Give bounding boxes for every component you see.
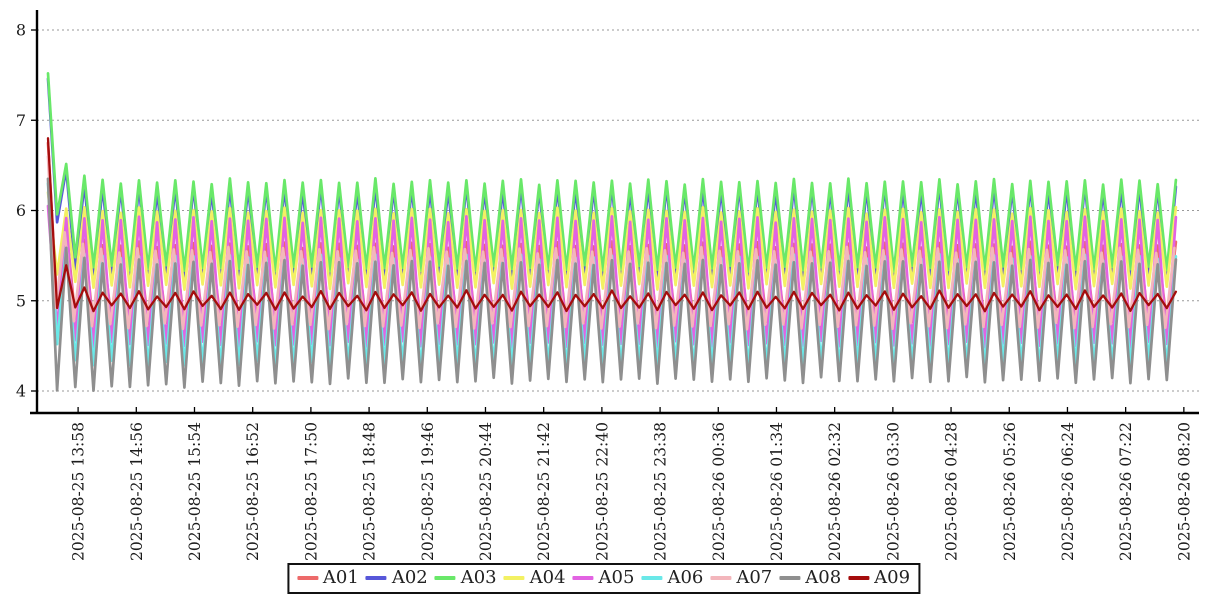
chart-page: 2025-08-25 13:58 2025-08-25 14:56 2025-08-…	[0, 0, 1207, 600]
x-tick-label: 2025-08-25 20:44	[477, 422, 495, 561]
x-tick-label: 2025-08-25 23:38	[652, 422, 670, 561]
x-tick-label: 2025-08-26 07:22	[1117, 422, 1135, 561]
legend-label: A09	[874, 567, 910, 589]
y-tick-label: 8	[16, 21, 26, 40]
x-tick-label: 2025-08-26 03:30	[884, 422, 902, 561]
x-tick-label: 2025-08-25 14:56	[128, 422, 146, 561]
x-tick-label: 2025-08-25 18:48	[361, 422, 379, 561]
legend-item-A02: A02	[366, 567, 428, 589]
x-tick-labels: 2025-08-25 13:58 2025-08-25 14:56 2025-08-…	[70, 422, 1194, 561]
legend-swatch-A04	[504, 576, 525, 580]
line-chart: 2025-08-25 13:58 2025-08-25 14:56 2025-08-…	[0, 0, 1207, 600]
x-tick-label: 2025-08-25 19:46	[419, 422, 437, 561]
legend-swatch-A02	[366, 576, 387, 580]
legend-swatch-A09	[848, 576, 869, 580]
legend-swatch-A06	[641, 576, 662, 580]
y-tick-label: 6	[16, 201, 26, 220]
legend-swatch-A03	[435, 576, 456, 580]
x-tick-label: 2025-08-25 15:54	[186, 422, 204, 561]
legend-item-A07: A07	[710, 567, 772, 589]
y-tick-label: 7	[16, 111, 26, 130]
y-tick-label: 5	[16, 291, 26, 310]
x-tick-label: 2025-08-25 13:58	[70, 422, 88, 561]
legend: A01 A02 A03 A04 A05 A06 A07 A08 A09	[287, 563, 920, 594]
y-tick-labels: 8 7 6 5 4	[16, 21, 26, 401]
x-tick-label: 2025-08-25 21:42	[535, 422, 553, 561]
y-tick-label: 4	[16, 382, 26, 401]
legend-item-A06: A06	[641, 567, 703, 589]
x-tick-label: 2025-08-26 01:34	[768, 422, 786, 561]
legend-swatch-A07	[710, 576, 731, 580]
x-tick-label: 2025-08-26 05:26	[1001, 422, 1019, 561]
legend-item-A08: A08	[779, 567, 841, 589]
legend-label: A05	[599, 567, 635, 589]
legend-label: A08	[805, 567, 841, 589]
legend-label: A01	[323, 567, 359, 589]
legend-item-A05: A05	[573, 567, 635, 589]
x-tick-label: 2025-08-26 06:24	[1059, 422, 1077, 561]
legend-label: A02	[392, 567, 428, 589]
legend-swatch-A01	[297, 576, 318, 580]
legend-item-A09: A09	[848, 567, 910, 589]
x-tick-label: 2025-08-26 08:20	[1175, 422, 1193, 561]
x-tick-label: 2025-08-26 00:36	[710, 422, 728, 561]
legend-swatch-A08	[779, 576, 800, 580]
legend-label: A03	[461, 567, 497, 589]
x-tick-label: 2025-08-25 22:40	[593, 422, 611, 561]
legend-item-A03: A03	[435, 567, 497, 589]
series-lines	[48, 73, 1176, 390]
legend-label: A06	[667, 567, 703, 589]
legend-item-A01: A01	[297, 567, 359, 589]
legend-swatch-A05	[573, 576, 594, 580]
legend-label: A04	[530, 567, 566, 589]
x-tick-label: 2025-08-25 16:52	[244, 422, 262, 561]
legend-item-A04: A04	[504, 567, 566, 589]
legend-label: A07	[736, 567, 772, 589]
x-tick-label: 2025-08-26 04:28	[943, 422, 961, 561]
x-tick-label: 2025-08-26 02:32	[826, 422, 844, 561]
x-tick-label: 2025-08-25 17:50	[302, 422, 320, 561]
